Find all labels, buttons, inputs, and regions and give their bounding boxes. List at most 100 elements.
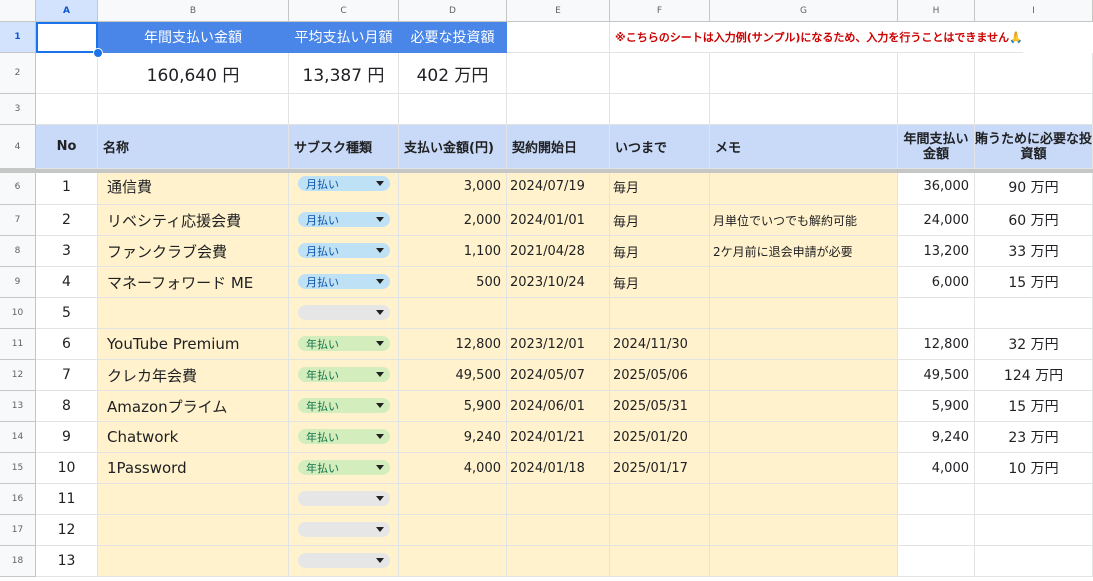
subscription-name[interactable]: Amazonプライム <box>98 391 289 422</box>
subscription-type-dropdown[interactable]: 年払い <box>298 398 390 413</box>
subscription-name[interactable]: リベシティ応援会費 <box>98 205 289 236</box>
row-header-13[interactable]: 13 <box>0 391 36 422</box>
subscription-type-cell[interactable]: 年払い <box>289 360 399 391</box>
subscription-type-cell[interactable]: 年払い <box>289 453 399 484</box>
fill-handle[interactable] <box>93 48 103 58</box>
row-header-8[interactable]: 8 <box>0 236 36 267</box>
payment-amount[interactable]: 1,100 <box>399 236 507 267</box>
contract-start-date[interactable]: 2024/07/19 <box>507 169 610 205</box>
subscription-type-dropdown[interactable] <box>298 522 390 537</box>
contract-until[interactable]: 毎月 <box>610 169 710 205</box>
row-no[interactable]: 10 <box>36 453 98 484</box>
table-header-amount[interactable]: 支払い金額(円) <box>399 125 507 169</box>
contract-until[interactable]: 毎月 <box>610 236 710 267</box>
row-no[interactable]: 11 <box>36 484 98 515</box>
summary-header-monthly[interactable]: 平均支払い月額 <box>289 22 399 53</box>
column-header-d[interactable]: D <box>399 0 507 22</box>
required-investment[interactable]: 15 万円 <box>975 391 1093 422</box>
payment-amount[interactable]: 9,240 <box>399 422 507 453</box>
payment-amount[interactable]: 4,000 <box>399 453 507 484</box>
contract-start-date[interactable]: 2024/01/21 <box>507 422 610 453</box>
annual-payment[interactable]: 49,500 <box>898 360 975 391</box>
empty-cell[interactable] <box>898 53 975 94</box>
annual-payment[interactable] <box>898 484 975 515</box>
memo-cell[interactable] <box>710 329 898 360</box>
row-header-4[interactable]: 4 <box>0 125 36 169</box>
annual-payment[interactable]: 36,000 <box>898 169 975 205</box>
contract-start-date[interactable]: 2021/04/28 <box>507 236 610 267</box>
contract-start-date[interactable] <box>507 515 610 546</box>
contract-until[interactable] <box>610 484 710 515</box>
payment-amount[interactable] <box>399 298 507 329</box>
required-investment[interactable] <box>975 298 1093 329</box>
required-investment[interactable]: 23 万円 <box>975 422 1093 453</box>
table-header-invest[interactable]: 賄うために必要な投資額 <box>975 125 1093 169</box>
payment-amount[interactable] <box>399 515 507 546</box>
annual-payment[interactable]: 6,000 <box>898 267 975 298</box>
spreadsheet-grid[interactable]: A B C D E F G H I 1 2 3 4 6 7 8 9 10 11 12 13 14 15 16 17 18 年間支払い… <box>0 0 1093 581</box>
contract-start-date[interactable] <box>507 546 610 577</box>
subscription-type-cell[interactable] <box>289 546 399 577</box>
empty-cell[interactable] <box>98 94 289 125</box>
contract-start-date[interactable]: 2024/05/07 <box>507 360 610 391</box>
subscription-type-cell[interactable] <box>289 298 399 329</box>
payment-amount[interactable] <box>399 546 507 577</box>
contract-until[interactable] <box>610 298 710 329</box>
memo-cell[interactable] <box>710 453 898 484</box>
subscription-type-dropdown[interactable] <box>298 553 390 568</box>
memo-cell[interactable] <box>710 546 898 577</box>
payment-amount[interactable] <box>399 484 507 515</box>
row-header-11[interactable]: 11 <box>0 329 36 360</box>
column-header-e[interactable]: E <box>507 0 610 22</box>
row-no[interactable]: 3 <box>36 236 98 267</box>
memo-cell[interactable] <box>710 422 898 453</box>
memo-cell[interactable]: 2ケ月前に退会申請が必要 <box>710 236 898 267</box>
empty-cell[interactable] <box>507 53 610 94</box>
required-investment[interactable]: 60 万円 <box>975 205 1093 236</box>
subscription-type-dropdown[interactable]: 月払い <box>298 243 390 258</box>
table-header-until[interactable]: いつまで <box>610 125 710 169</box>
column-header-i[interactable]: I <box>975 0 1093 22</box>
subscription-name[interactable]: ファンクラブ会費 <box>98 236 289 267</box>
required-investment[interactable]: 15 万円 <box>975 267 1093 298</box>
column-header-g[interactable]: G <box>710 0 898 22</box>
required-investment[interactable] <box>975 515 1093 546</box>
subscription-name[interactable] <box>98 484 289 515</box>
row-header-9[interactable]: 9 <box>0 267 36 298</box>
contract-until[interactable] <box>610 515 710 546</box>
empty-cell[interactable] <box>610 53 710 94</box>
memo-cell[interactable] <box>710 515 898 546</box>
required-investment[interactable] <box>975 484 1093 515</box>
subscription-name[interactable]: クレカ年会費 <box>98 360 289 391</box>
annual-payment[interactable]: 12,800 <box>898 329 975 360</box>
payment-amount[interactable]: 5,900 <box>399 391 507 422</box>
row-header-6[interactable]: 6 <box>0 169 36 205</box>
table-header-start[interactable]: 契約開始日 <box>507 125 610 169</box>
subscription-type-cell[interactable] <box>289 484 399 515</box>
contract-until[interactable]: 2025/01/20 <box>610 422 710 453</box>
row-no[interactable]: 4 <box>36 267 98 298</box>
summary-header-annual[interactable]: 年間支払い金額 <box>98 22 289 53</box>
subscription-type-cell[interactable]: 月払い <box>289 267 399 298</box>
row-no[interactable]: 13 <box>36 546 98 577</box>
row-no[interactable]: 1 <box>36 169 98 205</box>
subscription-type-cell[interactable]: 月払い <box>289 205 399 236</box>
table-header-name[interactable]: 名称 <box>98 125 289 169</box>
select-all-corner[interactable] <box>0 0 36 22</box>
row-header-1[interactable]: 1 <box>0 22 36 53</box>
required-investment[interactable] <box>975 546 1093 577</box>
subscription-type-dropdown[interactable]: 月払い <box>298 212 390 227</box>
column-header-h[interactable]: H <box>898 0 975 22</box>
annual-payment[interactable]: 4,000 <box>898 453 975 484</box>
row-no[interactable]: 2 <box>36 205 98 236</box>
memo-cell[interactable] <box>710 267 898 298</box>
required-investment[interactable]: 33 万円 <box>975 236 1093 267</box>
payment-amount[interactable]: 12,800 <box>399 329 507 360</box>
subscription-type-dropdown[interactable]: 年払い <box>298 429 390 444</box>
required-investment[interactable]: 124 万円 <box>975 360 1093 391</box>
row-header-7[interactable]: 7 <box>0 205 36 236</box>
empty-cell[interactable] <box>36 94 98 125</box>
row-header-10[interactable]: 10 <box>0 298 36 329</box>
subscription-name[interactable]: 通信費 <box>98 169 289 205</box>
subscription-type-dropdown[interactable]: 年払い <box>298 367 390 382</box>
